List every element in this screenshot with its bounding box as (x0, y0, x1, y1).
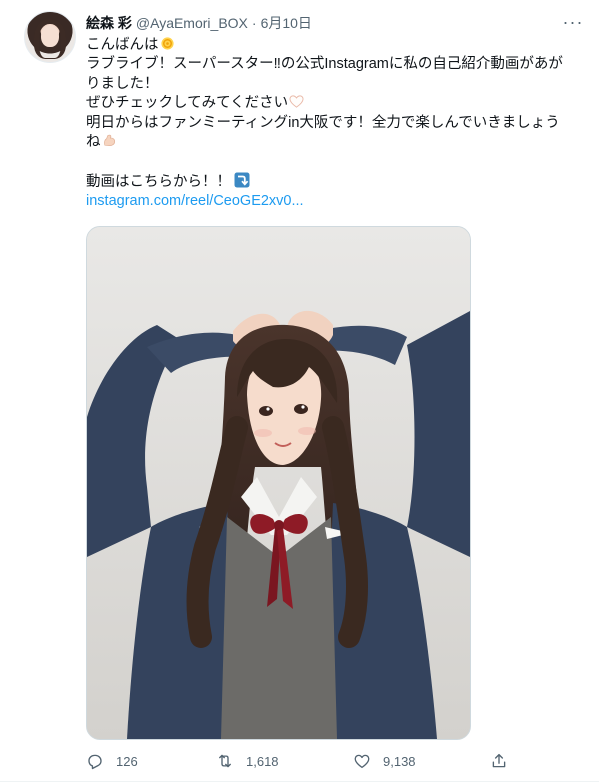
tweet-line (86, 152, 580, 171)
like-count: 9,138 (383, 753, 416, 769)
tweet-line: 明日からはファンミーティングin大阪です！全力で楽しんでいきましょう (86, 114, 560, 131)
white-heart-icon (289, 95, 304, 108)
tweet-line-text: 動画はこちらから！！ (86, 173, 231, 190)
tweet-line: ラブライブ！スーパースター‼︎の公式Instagramに私の自己紹介動画があが (86, 56, 563, 73)
tweet-line: ね (86, 133, 580, 152)
more-options-icon[interactable]: ··· (561, 12, 585, 32)
handle[interactable]: @AyaEmori_BOX (136, 15, 248, 31)
tweet-actions: 126 1,618 9,138 (86, 750, 516, 772)
tweet-line: ぜひチェックしてみてください (86, 94, 580, 113)
right-arrow-curving-down-icon (234, 172, 250, 188)
tweet-line: 動画はこちらから！！ (86, 172, 580, 192)
tweet-photo[interactable] (86, 226, 471, 740)
retweet-count: 1,618 (246, 753, 279, 769)
retweet-icon (219, 754, 231, 768)
heart-icon (354, 754, 370, 769)
display-name[interactable]: 絵森 彩 (86, 13, 132, 33)
retweet-button[interactable]: 1,618 (216, 752, 279, 770)
reply-icon (88, 754, 102, 770)
tweet-line-text: ね (86, 134, 101, 151)
tweet: 絵森 彩 @AyaEmori_BOX · 6月10日 ··· こんばんは ラブラ… (0, 0, 599, 782)
share-icon (492, 753, 506, 768)
avatar-face (41, 25, 59, 47)
portrait-photo (87, 227, 470, 739)
tweet-line-text: こんばんは (86, 37, 159, 53)
reply-button[interactable]: 126 (86, 752, 138, 770)
like-button[interactable]: 9,138 (353, 752, 416, 770)
tweet-line-text: ぜひチェックしてみてください (86, 95, 289, 112)
dizzy-emoji-icon (160, 37, 174, 50)
flexed-biceps-icon (103, 134, 115, 147)
instagram-link[interactable]: instagram.com/reel/CeoGE2xv0... (86, 192, 580, 211)
avatar[interactable] (24, 11, 76, 63)
tweet-date[interactable]: 6月10日 (261, 13, 312, 33)
tweet-line: りました！ (86, 75, 159, 92)
separator-dot: · (251, 15, 257, 31)
share-button[interactable] (490, 752, 508, 770)
tweet-line: こんばんは (86, 36, 580, 55)
reply-count: 126 (116, 753, 138, 769)
tweet-header: 絵森 彩 @AyaEmori_BOX · 6月10日 (86, 14, 312, 32)
tweet-text: こんばんは ラブライブ！スーパースター‼︎の公式Instagramに私の自己紹介… (86, 36, 580, 212)
